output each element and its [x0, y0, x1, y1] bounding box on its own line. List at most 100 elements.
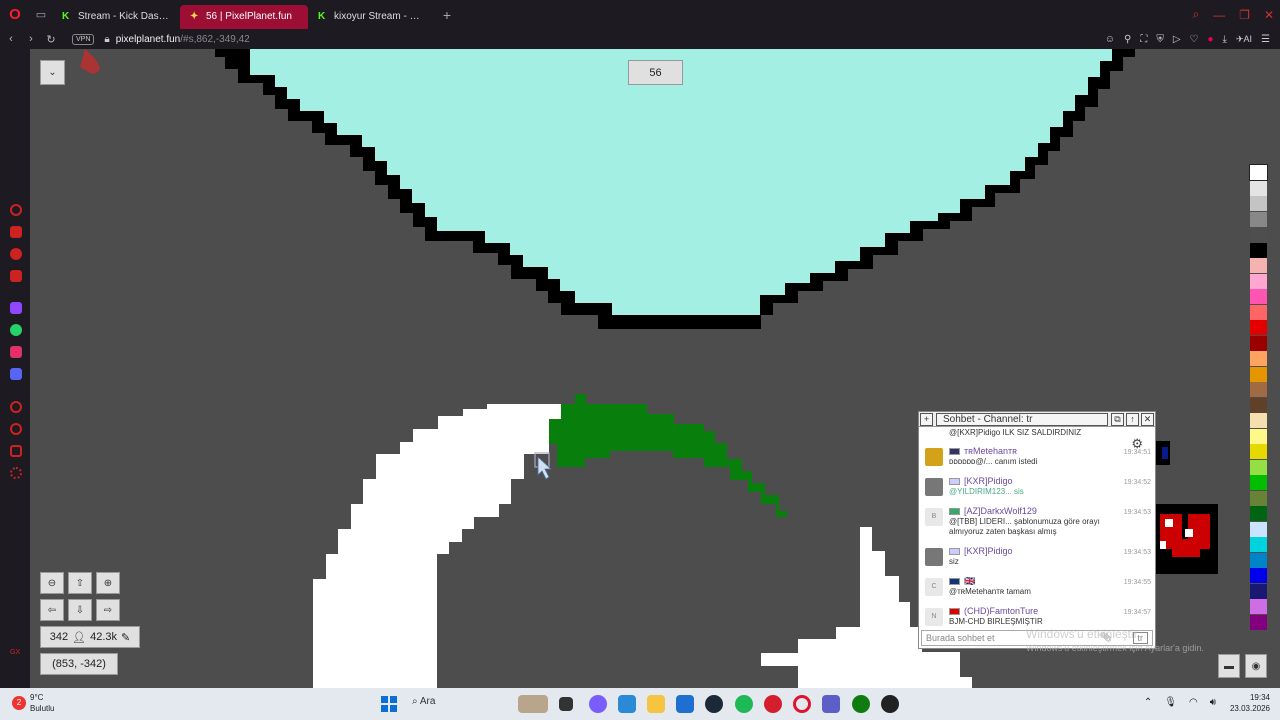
palette-swatch[interactable]: [1250, 599, 1267, 614]
url-field[interactable]: pixelplanet.fun/#s,862,-349,42: [116, 34, 250, 45]
messenger-icon[interactable]: [10, 248, 22, 260]
volume-icon[interactable]: 🔊︎: [1210, 697, 1216, 708]
close-icon[interactable]: ✕: [1264, 8, 1274, 22]
palette-swatch[interactable]: [1250, 506, 1267, 521]
workspace-icon[interactable]: ▭: [30, 0, 52, 29]
gx-icon[interactable]: GX: [10, 649, 24, 661]
teams-icon[interactable]: [822, 695, 840, 713]
palette-swatch[interactable]: [1250, 273, 1267, 289]
aria-icon[interactable]: [10, 226, 22, 238]
palette-swatch[interactable]: [1250, 289, 1267, 304]
wifi-icon[interactable]: ◠: [1189, 697, 1198, 708]
move-up-button[interactable]: ⇧: [68, 572, 92, 594]
play-icon[interactable]: ▷: [1173, 34, 1181, 45]
message-nick[interactable]: 🇬🇧: [964, 576, 975, 586]
tab-kick-dashboard[interactable]: K Stream - Kick Dashboard: [52, 5, 180, 29]
start-icon[interactable]: [381, 696, 397, 712]
move-down-button[interactable]: ⇩: [68, 599, 92, 621]
message-nick[interactable]: [KXR]Pidigo: [964, 476, 1013, 486]
palette-swatch[interactable]: [1250, 351, 1267, 366]
copilot-icon[interactable]: [589, 695, 607, 713]
chat-add-button[interactable]: +: [920, 412, 933, 426]
palette-swatch[interactable]: [1250, 366, 1267, 382]
menu-icon[interactable]: ☰: [1261, 34, 1270, 45]
edge-icon[interactable]: [618, 695, 636, 713]
microphone-icon[interactable]: 🎙︎: [1164, 697, 1177, 708]
palette-swatch[interactable]: [1250, 258, 1267, 273]
palette-swatch[interactable]: [1250, 490, 1267, 506]
vpn-badge[interactable]: VPN: [72, 33, 95, 45]
emoji-icon[interactable]: ☺: [1105, 34, 1115, 45]
palette-swatch[interactable]: [1250, 583, 1267, 599]
search-tabs-icon[interactable]: ⌕: [1192, 7, 1199, 22]
zoom-out-button[interactable]: ⊖: [40, 572, 64, 594]
shield-icon[interactable]: ⛨: [1156, 34, 1164, 45]
pinboard-icon[interactable]: [10, 445, 22, 457]
clock[interactable]: 19:34 23.03.2026: [1230, 692, 1270, 714]
store-icon[interactable]: [676, 695, 694, 713]
opera-gx-taskbar-icon[interactable]: [793, 695, 811, 713]
chevron-up-icon[interactable]: ⌃: [1144, 697, 1152, 708]
palette-swatch[interactable]: [1250, 397, 1267, 413]
palette-swatch[interactable]: [1250, 568, 1267, 583]
zoom-in-button[interactable]: ⊕: [96, 572, 120, 594]
message-nick[interactable]: ᴛʀMetehanᴛʀ: [964, 446, 1017, 456]
chat-close-button[interactable]: ✕: [1141, 412, 1154, 426]
history-icon[interactable]: [10, 204, 22, 216]
maximize-icon[interactable]: ❐: [1239, 8, 1250, 22]
palette-swatch[interactable]: [1250, 196, 1267, 211]
palette-swatch[interactable]: [1250, 475, 1267, 490]
menu-toggle-button[interactable]: ⌄: [40, 60, 65, 85]
file-explorer-icon[interactable]: [647, 695, 665, 713]
palette-swatch[interactable]: [1250, 413, 1267, 428]
palette-swatch[interactable]: [1250, 537, 1267, 552]
instagram-icon[interactable]: [10, 346, 22, 358]
palette-swatch[interactable]: [1250, 242, 1267, 258]
move-right-button[interactable]: ⇨: [96, 599, 120, 621]
tab-kixoyur-stream[interactable]: K kixoyur Stream - Watch Li...: [308, 5, 436, 29]
player-icon[interactable]: [10, 401, 22, 413]
taskbar-search[interactable]: ⌕ Ara: [412, 696, 435, 707]
palette-swatch[interactable]: [1250, 227, 1267, 242]
whatsapp-icon[interactable]: [10, 324, 22, 336]
spotify-icon[interactable]: [735, 695, 753, 713]
palette-swatch[interactable]: [1250, 459, 1267, 475]
move-left-button[interactable]: ⇦: [40, 599, 64, 621]
reload-icon[interactable]: ↻: [42, 33, 60, 46]
back-icon[interactable]: ‹: [2, 33, 20, 45]
clock-icon[interactable]: [10, 423, 22, 435]
globe-button[interactable]: ◉: [1245, 654, 1267, 678]
app-red-icon[interactable]: [764, 695, 782, 713]
message-nick[interactable]: (CHD)FamtonTure: [964, 606, 1038, 616]
pin-icon[interactable]: ⚲: [1124, 34, 1131, 45]
download-icon[interactable]: ⤓: [1223, 34, 1227, 45]
xbox-icon[interactable]: [852, 695, 870, 713]
palette-swatch[interactable]: [1250, 211, 1267, 227]
palette-swatch[interactable]: [1250, 304, 1267, 320]
heart-icon[interactable]: ♡: [1190, 34, 1199, 45]
chat-maximize-button[interactable]: ↑: [1126, 412, 1139, 426]
discord-icon[interactable]: [10, 368, 22, 380]
tab-pixelplanet[interactable]: ✦ 56 | PixelPlanet.fun: [180, 4, 308, 29]
palette-swatch[interactable]: [1250, 335, 1267, 351]
chat-toggle-button[interactable]: ▬: [1218, 654, 1240, 678]
steam-icon[interactable]: [705, 695, 723, 713]
minimize-icon[interactable]: —: [1213, 8, 1225, 22]
snapshot-icon[interactable]: ⛶: [1140, 34, 1147, 45]
opera-logo-icon[interactable]: O: [0, 0, 30, 29]
task-view-icon[interactable]: [559, 697, 573, 711]
chat-messages[interactable]: @[KXR]Pidigo ILK SIZ SALDIRDINIZ ᴛʀMeteh…: [919, 428, 1155, 628]
profile-icon[interactable]: ●: [1208, 34, 1214, 45]
twitch-icon[interactable]: [10, 302, 22, 314]
palette-swatch[interactable]: [1250, 444, 1267, 459]
music-icon[interactable]: [10, 270, 22, 282]
palette-swatch[interactable]: [1250, 180, 1267, 196]
palette-swatch[interactable]: [1250, 320, 1267, 335]
palette-swatch[interactable]: [1249, 164, 1268, 181]
palette-swatch[interactable]: [1250, 382, 1267, 397]
palette-swatch[interactable]: [1250, 428, 1267, 444]
new-tab-button[interactable]: +: [436, 7, 458, 23]
chat-settings-icon[interactable]: ⚙: [1131, 436, 1143, 452]
message-nick[interactable]: [KXR]Pidigo: [964, 546, 1013, 556]
chat-popout-button[interactable]: ⧉: [1111, 412, 1124, 426]
